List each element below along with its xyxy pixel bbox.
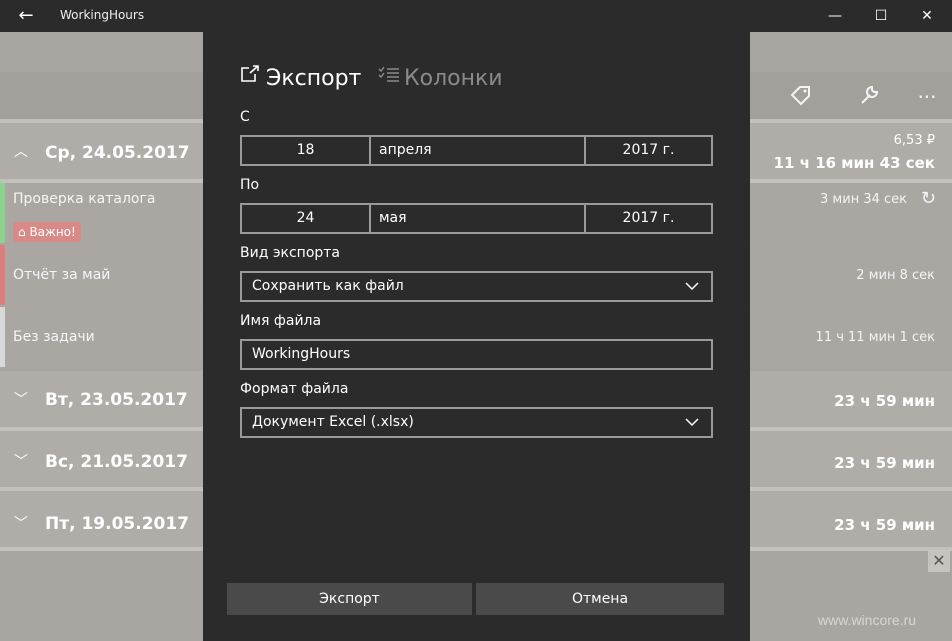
export-type-value: Сохранить как файл (252, 278, 404, 294)
task-time: 3 мин 34 сек (820, 192, 907, 207)
important-badge[interactable]: ⌂ Важно! (13, 222, 81, 242)
more-icon[interactable]: ··· (912, 84, 942, 110)
day-duration: 23 ч 59 мин (834, 454, 935, 472)
filename-value: WorkingHours (252, 346, 351, 362)
export-type-select[interactable]: Сохранить как файл (240, 271, 713, 302)
task-color-bar (0, 183, 5, 243)
task-time: 11 ч 11 мин 1 сек (815, 330, 935, 345)
day-duration: 23 ч 59 мин (834, 392, 935, 410)
task-name: Без задачи (13, 329, 95, 345)
maximize-button[interactable]: ☐ (858, 0, 904, 32)
wrench-icon-graphic (861, 85, 879, 104)
minimize-button[interactable]: — (812, 0, 858, 32)
day-duration: 11 ч 16 мин 43 сек (773, 154, 935, 172)
format-value: Документ Excel (.xlsx) (252, 414, 414, 430)
checklist-icon (378, 62, 404, 94)
task-name: Проверка каталога (13, 191, 156, 207)
export-button[interactable]: Экспорт (227, 583, 472, 615)
format-label: Формат файла (240, 381, 349, 397)
from-date-picker[interactable]: 18 апреля 2017 г. (240, 135, 713, 166)
day-date: Вс, 21.05.2017 (45, 452, 188, 472)
back-arrow-icon[interactable]: ← (12, 4, 40, 28)
to-date-picker[interactable]: 24 мая 2017 г. (240, 203, 713, 234)
watermark: www.wincore.ru (818, 612, 917, 628)
from-label: С (240, 109, 250, 125)
task-name: Отчёт за май (13, 267, 111, 283)
window-title: WorkingHours (60, 8, 145, 22)
day-duration: 23 ч 59 мин (834, 516, 935, 534)
tab-export-label: Экспорт (266, 66, 362, 91)
from-month[interactable]: апреля (379, 137, 432, 164)
to-label: По (240, 177, 260, 193)
day-date: Пт, 19.05.2017 (45, 514, 190, 534)
day-date: Вт, 23.05.2017 (45, 390, 188, 410)
day-money: 6,53 ₽ (893, 133, 935, 148)
tab-columns-label: Колонки (404, 66, 503, 91)
from-year[interactable]: 2017 г. (586, 137, 711, 164)
filename-input[interactable]: WorkingHours (240, 339, 713, 370)
ad-close-icon[interactable]: ✕ (928, 550, 950, 572)
export-dialog: Экспорт Колонки С 18 апреля 2017 г. По 2… (203, 32, 750, 641)
chevron-down-icon: ﹀ (14, 454, 28, 470)
format-select[interactable]: Документ Excel (.xlsx) (240, 407, 713, 438)
filename-label: Имя файла (240, 313, 322, 329)
export-type-label: Вид экспорта (240, 245, 341, 261)
cancel-button[interactable]: Отмена (476, 583, 724, 615)
date-divider (369, 137, 371, 164)
task-color-bar (0, 307, 5, 367)
to-year[interactable]: 2017 г. (586, 205, 711, 232)
task-color-bar (0, 245, 5, 305)
chevron-down-icon (685, 282, 699, 291)
chevron-down-icon: ﹀ (14, 516, 28, 532)
tag-icon[interactable] (786, 84, 816, 110)
tag-icon-graphic (790, 86, 810, 106)
export-icon (240, 62, 266, 94)
running-timer-icon[interactable]: ↻ (921, 188, 936, 209)
to-day[interactable]: 24 (242, 205, 369, 232)
chevron-down-icon: ﹀ (14, 392, 28, 408)
from-day[interactable]: 18 (242, 137, 369, 164)
chevron-up-icon: ︿ (14, 144, 28, 160)
tab-export[interactable]: Экспорт (240, 62, 361, 94)
close-window-button[interactable]: ✕ (904, 0, 950, 32)
date-divider (369, 205, 371, 232)
wrench-icon[interactable] (854, 84, 884, 110)
day-date: Ср, 24.05.2017 (45, 143, 190, 163)
tab-columns[interactable]: Колонки (378, 62, 503, 94)
to-month[interactable]: мая (379, 205, 407, 232)
badge-label: Важно! (29, 225, 76, 239)
task-time: 2 мин 8 сек (856, 268, 935, 283)
chevron-down-icon (685, 418, 699, 427)
title-bar: ← WorkingHours — ☐ ✕ (0, 0, 952, 32)
